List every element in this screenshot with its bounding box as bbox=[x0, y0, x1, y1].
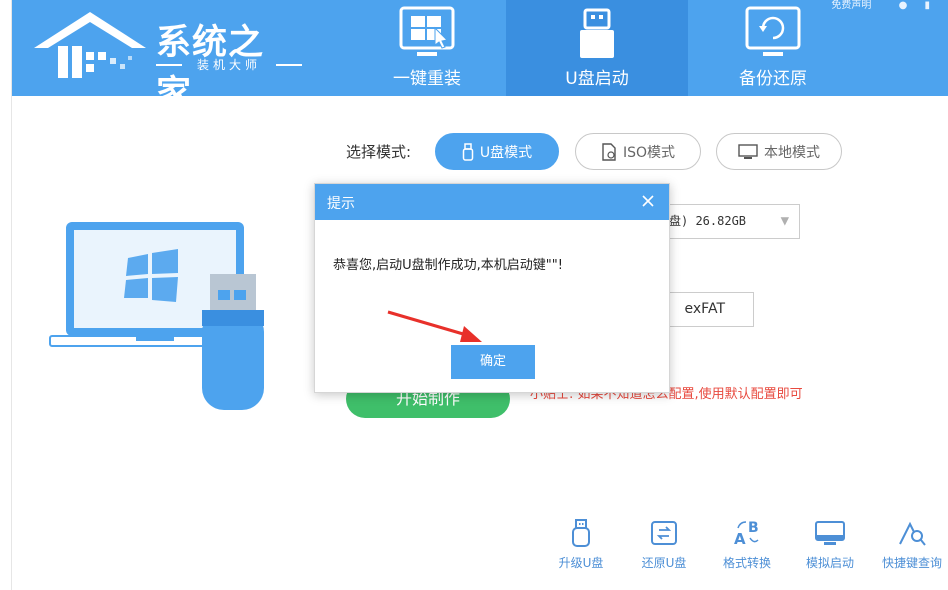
logo: 系统之家 装机大师 bbox=[28, 6, 302, 114]
tool-restore-usb[interactable]: 还原U盘 bbox=[624, 518, 704, 578]
mode-local-button[interactable]: 本地模式 bbox=[716, 133, 842, 170]
svg-text:B: B bbox=[748, 520, 759, 536]
tab-one-click-reinstall[interactable]: 一键重装 bbox=[336, 0, 518, 96]
confirm-button[interactable]: 确定 bbox=[451, 345, 535, 379]
user-icon[interactable]: ● bbox=[899, 0, 908, 11]
iso-file-icon bbox=[602, 142, 616, 161]
windows-install-icon bbox=[399, 6, 455, 56]
window-left-edge bbox=[0, 0, 12, 590]
tool-label: 升级U盘 bbox=[558, 556, 604, 570]
house-logo-icon bbox=[34, 12, 146, 78]
app-window: 系统之家 装机大师 一键重装 U盘启动 备份还原 免费声明 ● ▮ 选择模式: … bbox=[0, 0, 948, 590]
usb-icon bbox=[462, 142, 474, 161]
logo-subtitle: 装机大师 bbox=[156, 56, 302, 73]
tool-label: 快捷键查询 bbox=[881, 556, 942, 570]
disclaimer-link[interactable]: 免费声明 ● ▮ bbox=[831, 0, 930, 11]
tab-label: U盘启动 bbox=[565, 69, 629, 89]
shortcut-search-icon bbox=[899, 521, 926, 546]
tab-label: 备份还原 bbox=[739, 69, 807, 89]
tab-backup-restore[interactable]: 备份还原 bbox=[682, 0, 864, 96]
simulate-boot-icon bbox=[815, 521, 845, 545]
tool-label: 模拟启动 bbox=[805, 556, 854, 570]
tool-format-convert[interactable]: A B 格式转换 bbox=[707, 518, 787, 578]
format-convert-icon: A B bbox=[734, 520, 759, 548]
laptop-usb-illustration bbox=[49, 222, 264, 410]
tool-shortcut-search[interactable]: 快捷键查询 bbox=[872, 518, 948, 578]
mode-iso-button[interactable]: ISO模式 bbox=[575, 133, 701, 170]
usb-drive-icon bbox=[580, 8, 614, 58]
chevron-down-icon: ▼ bbox=[780, 213, 789, 229]
menu-icon[interactable]: ▮ bbox=[924, 0, 930, 11]
monitor-icon bbox=[738, 143, 758, 159]
filesystem-select[interactable]: exFAT bbox=[660, 292, 754, 327]
close-icon[interactable] bbox=[639, 192, 657, 210]
annotation-arrow-icon bbox=[387, 310, 482, 342]
backup-restore-icon bbox=[745, 6, 801, 56]
drive-select[interactable]: 盘) 26.82GB ▼ bbox=[660, 204, 800, 239]
usb-restore-icon bbox=[651, 521, 677, 545]
mode-label: 选择模式: bbox=[346, 143, 412, 161]
prompt-dialog: 提示 恭喜您,启动U盘制作成功,本机启动键""! 确定 bbox=[314, 183, 670, 393]
svg-text:A: A bbox=[734, 530, 746, 548]
tool-upgrade-usb[interactable]: 升级U盘 bbox=[541, 518, 621, 578]
usb-upgrade-icon bbox=[572, 519, 590, 547]
tab-label: 一键重装 bbox=[393, 69, 461, 89]
tool-label: 格式转换 bbox=[722, 556, 771, 570]
dialog-message: 恭喜您,启动U盘制作成功,本机启动键""! bbox=[333, 258, 563, 273]
dialog-title: 提示 bbox=[327, 196, 355, 212]
dialog-titlebar: 提示 bbox=[315, 184, 669, 220]
header-bar: 系统之家 装机大师 一键重装 U盘启动 备份还原 免费声明 ● ▮ bbox=[12, 0, 948, 114]
mode-usb-button[interactable]: U盘模式 bbox=[435, 133, 559, 170]
tool-simulate-boot[interactable]: 模拟启动 bbox=[790, 518, 870, 578]
tool-label: 还原U盘 bbox=[641, 556, 687, 570]
tab-usb-boot[interactable]: U盘启动 bbox=[506, 0, 688, 96]
